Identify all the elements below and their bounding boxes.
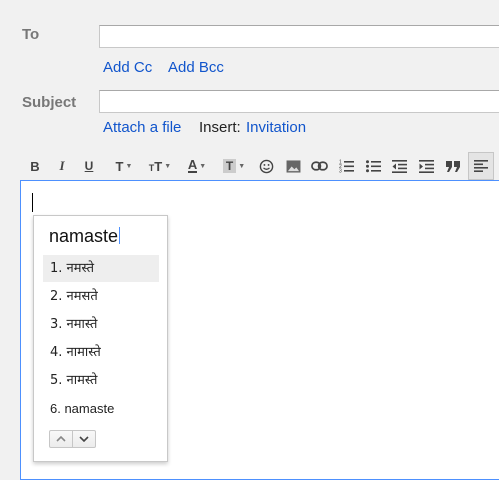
chevron-down-icon: ▼ [238, 162, 246, 170]
previous-page-button[interactable] [50, 431, 72, 447]
to-field[interactable] [99, 25, 499, 48]
candidate-item[interactable]: 2. नमसते [43, 283, 159, 310]
quote-icon [446, 160, 460, 172]
emoji-icon [259, 159, 273, 173]
font-icon: T [115, 158, 124, 174]
ime-input-value: namaste [49, 226, 119, 246]
next-page-button[interactable] [72, 431, 95, 447]
text-color-button[interactable]: A ▼ [182, 152, 212, 180]
add-bcc-link[interactable]: Add Bcc [168, 59, 224, 76]
chevron-down-icon [79, 436, 89, 442]
candidate-item[interactable]: 4. नामास्ते [43, 339, 159, 366]
attach-file-link[interactable]: Attach a file [103, 119, 181, 136]
image-icon [286, 159, 300, 173]
underline-icon: U [84, 159, 94, 173]
align-icon [474, 160, 488, 172]
insert-link-button[interactable] [308, 152, 330, 180]
svg-text:3: 3 [339, 169, 342, 174]
candidate-item[interactable]: 1. नमस्ते [43, 255, 159, 282]
chevron-up-icon [56, 436, 66, 442]
subject-label: Subject [22, 94, 77, 111]
subject-field[interactable] [99, 90, 499, 113]
bulleted-list-icon [365, 160, 381, 173]
font-button[interactable]: T ▼ [109, 152, 139, 180]
highlight-icon: T [222, 159, 237, 173]
italic-button[interactable]: I [53, 152, 71, 180]
ime-input-text: namaste [49, 226, 121, 247]
transliteration-popup: namaste 1. नमस्ते 2. नमसते 3. नमास्ते 4.… [33, 215, 168, 462]
italic-icon: I [59, 158, 65, 173]
ime-caret [119, 227, 121, 244]
indent-less-button[interactable] [389, 152, 409, 180]
chevron-down-icon: ▼ [164, 162, 172, 170]
candidate-item[interactable]: 6. namaste [43, 395, 159, 422]
bulleted-list-button[interactable] [363, 152, 383, 180]
link-icon [310, 161, 328, 171]
indent-less-icon [391, 159, 407, 173]
font-size-button[interactable]: TT ▼ [144, 152, 176, 180]
numbered-list-icon: 123 [339, 160, 354, 174]
invitation-link[interactable]: Invitation [246, 119, 306, 136]
font-size-icon: TT [148, 158, 163, 174]
text-cursor [32, 193, 33, 212]
highlight-button[interactable]: T ▼ [218, 152, 250, 180]
text-color-icon: A [187, 157, 198, 173]
bold-button[interactable]: B [26, 152, 44, 180]
add-cc-link[interactable]: Add Cc [103, 59, 152, 76]
insert-image-button[interactable] [283, 152, 303, 180]
formatting-toolbar: B I U T ▼ TT ▼ A ▼ T ▼ 123 [20, 152, 499, 180]
emoji-button[interactable] [256, 152, 276, 180]
candidate-pager [49, 430, 96, 448]
bold-icon: B [30, 158, 40, 174]
indent-more-button[interactable] [416, 152, 436, 180]
candidate-item[interactable]: 3. नमास्ते [43, 311, 159, 338]
numbered-list-button[interactable]: 123 [336, 152, 356, 180]
indent-more-icon [418, 159, 434, 173]
to-label: To [22, 26, 40, 43]
insert-label: Insert: [199, 119, 241, 136]
chevron-down-icon: ▼ [199, 162, 207, 170]
align-button[interactable] [468, 152, 494, 180]
chevron-down-icon: ▼ [125, 162, 133, 170]
candidate-item[interactable]: 5. नामस्ते [43, 367, 159, 394]
quote-button[interactable] [443, 152, 463, 180]
underline-button[interactable]: U [80, 152, 98, 180]
